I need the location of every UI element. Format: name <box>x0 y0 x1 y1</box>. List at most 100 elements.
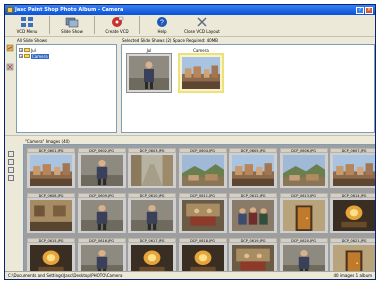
toolbar-separator <box>139 16 140 34</box>
add-slideshow-icon[interactable] <box>6 44 14 52</box>
image-thumbnail[interactable]: DCP_0619.JPG <box>229 238 277 272</box>
vcd-menu-icon <box>21 17 33 27</box>
image-thumbnail[interactable]: DCP_0617.JPG <box>128 238 176 272</box>
move-right-icon[interactable] <box>8 175 14 181</box>
selected-slideshow[interactable]: Jul <box>126 48 172 94</box>
image-photo <box>181 155 224 186</box>
image-thumbnail[interactable]: DCP_0606.JPG <box>279 148 328 188</box>
image-frame <box>178 198 227 233</box>
image-frame <box>178 243 227 272</box>
image-thumbnail[interactable]: DCP_0604.JPG <box>178 148 227 188</box>
selected-slideshow-frame <box>126 53 172 93</box>
image-photo <box>232 245 274 272</box>
move-down-icon[interactable] <box>8 159 14 165</box>
image-thumbnail[interactable]: DCP_0612.JPG <box>229 193 277 233</box>
image-photo <box>282 200 325 231</box>
image-frame <box>128 153 176 188</box>
image-frame <box>229 243 277 272</box>
move-left-icon[interactable] <box>8 167 14 173</box>
close-layout-button[interactable]: Close VCD Layout <box>182 16 222 34</box>
vcd-menu-label: VCD Menu <box>16 29 38 34</box>
selected-slideshow[interactable]: Camera <box>178 48 224 94</box>
image-photo <box>30 245 72 272</box>
expand-icon[interactable]: + <box>19 54 23 58</box>
expand-icon[interactable]: + <box>19 48 23 52</box>
slide-show-label: Slide Show <box>61 29 83 34</box>
app-icon <box>7 7 13 13</box>
create-vcd-label: Create VCD <box>105 29 129 34</box>
window-title: Jasc Paint Shop Photo Album - Camera <box>15 7 124 13</box>
image-photo <box>131 155 173 186</box>
selected-slideshows-panel: Jul Camera <box>121 44 375 133</box>
image-photo <box>333 155 375 186</box>
image-thumbnail[interactable]: DCP_0608.JPG <box>27 193 75 233</box>
image-photo <box>232 155 274 186</box>
slideshow-tree[interactable]: + Jul + Camera <box>16 44 117 133</box>
image-frame <box>229 198 277 233</box>
image-thumbnail[interactable]: DCP_0613.JPG <box>279 193 328 233</box>
tree-item-label-selected: Camera <box>31 53 49 59</box>
image-thumbnail[interactable]: DCP_0603.JPG <box>128 148 176 188</box>
slide-show-button[interactable]: Slide Show <box>52 16 92 34</box>
selected-slideshow-frame <box>178 53 224 93</box>
image-thumbnail[interactable]: DCP_0618.JPG <box>178 238 227 272</box>
image-photo <box>30 155 72 186</box>
image-photo <box>333 200 375 231</box>
image-frame <box>178 153 227 188</box>
image-frame <box>27 198 75 233</box>
image-frame <box>77 153 126 188</box>
image-thumbnail[interactable]: DCP_0605.JPG <box>229 148 277 188</box>
image-thumbnail[interactable]: DCP_0621.JPG <box>330 238 375 272</box>
vcd-menu-button[interactable]: VCD Menu <box>7 16 47 34</box>
image-thumbnail[interactable]: DCP_0610.JPG <box>128 193 176 233</box>
close-layout-icon <box>197 17 207 27</box>
move-up-icon[interactable] <box>8 151 14 157</box>
close-layout-label: Close VCD Layout <box>184 29 220 34</box>
close-window-button[interactable]: × <box>365 6 373 14</box>
image-photo <box>80 155 123 186</box>
help-window-button[interactable]: ? <box>356 6 364 14</box>
image-thumbnail[interactable]: DCP_0615.JPG <box>27 238 75 272</box>
image-thumbnail[interactable]: DCP_0607.JPG <box>330 148 375 188</box>
image-photo <box>282 155 325 186</box>
tree-item-label: Jul <box>31 47 36 53</box>
help-icon: ? <box>157 17 167 27</box>
create-vcd-button[interactable]: Create VCD <box>97 16 137 34</box>
selected-label: Selected Slide Shows (2) Space Required:… <box>122 38 218 43</box>
toolbar-separator <box>49 16 50 34</box>
image-frame <box>77 243 126 272</box>
image-thumbnail[interactable]: DCP_0601.JPG <box>27 148 75 188</box>
folder-icon <box>24 54 30 58</box>
remove-slideshow-icon[interactable] <box>6 63 14 71</box>
image-frame <box>279 153 328 188</box>
image-photo <box>80 200 123 231</box>
help-button[interactable]: ? Help <box>142 16 182 34</box>
toolbar-separator <box>94 16 95 34</box>
image-thumbnail[interactable]: DCP_0616.JPG <box>77 238 126 272</box>
image-frame <box>330 153 375 188</box>
tree-item[interactable]: + Camera <box>19 53 114 59</box>
image-thumbnail[interactable]: DCP_0614.JPG <box>330 193 375 233</box>
image-frame <box>128 198 176 233</box>
selected-thumbnail <box>129 56 169 90</box>
help-label: Help <box>157 29 167 34</box>
image-thumbnail[interactable]: DCP_0611.JPG <box>178 193 227 233</box>
image-photo <box>131 245 173 272</box>
image-frame <box>77 198 126 233</box>
image-thumbnail[interactable]: DCP_0620.JPG <box>279 238 328 272</box>
tree-label: All Slide Shows <box>17 38 48 43</box>
status-path: C:\Documents and Settings\Jasc\Desktop\P… <box>8 273 123 278</box>
image-frame <box>128 243 176 272</box>
image-photo <box>181 245 224 272</box>
image-thumbnail[interactable]: DCP_0602.JPG <box>77 148 126 188</box>
image-frame <box>279 198 328 233</box>
svg-text:?: ? <box>160 20 164 27</box>
create-vcd-icon <box>112 16 124 27</box>
image-thumbnail[interactable]: DCP_0609.JPG <box>77 193 126 233</box>
image-frame <box>229 153 277 188</box>
app-window: Jasc Paint Shop Photo Album - Camera ? ×… <box>4 4 376 280</box>
image-photo <box>333 245 375 272</box>
slide-show-icon <box>65 17 79 28</box>
title-bar[interactable]: Jasc Paint Shop Photo Album - Camera ? × <box>5 5 375 15</box>
image-photo <box>232 200 274 231</box>
